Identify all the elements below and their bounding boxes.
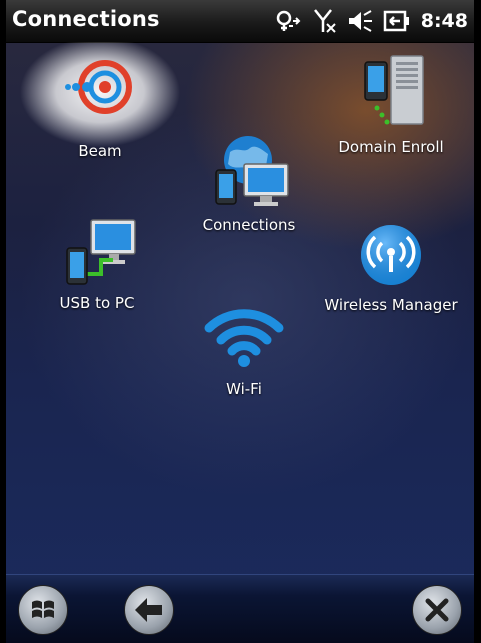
clock[interactable]: 8:48 <box>421 10 468 32</box>
no-signal-icon[interactable] <box>313 8 337 34</box>
usb-to-pc-icon <box>66 219 136 285</box>
wifi-icon <box>204 309 284 367</box>
page-title: Connections <box>12 7 160 31</box>
tile-beam[interactable]: Beam <box>50 52 150 160</box>
battery-charging-icon[interactable] <box>383 9 411 33</box>
beam-icon <box>65 60 132 114</box>
tile-wifi[interactable]: Wi-Fi <box>194 302 294 398</box>
back-button[interactable] <box>124 585 174 635</box>
tile-label-usb-to-pc: USB to PC <box>59 294 135 312</box>
status-icons: 8:48 <box>275 6 468 36</box>
tile-label-wireless-manager: Wireless Manager <box>324 296 458 314</box>
tile-label-wifi: Wi-Fi <box>226 380 262 398</box>
wireless-manager-icon <box>361 225 421 285</box>
start-icon <box>32 600 54 618</box>
tile-label-connections: Connections <box>202 216 296 234</box>
domain-enroll-icon <box>364 55 424 125</box>
tile-label-domain-enroll: Domain Enroll <box>338 138 444 156</box>
close-button[interactable] <box>412 585 462 635</box>
tile-wireless-manager[interactable]: Wireless Manager <box>316 222 466 314</box>
status-bar: Connections 8:48 <box>6 0 474 43</box>
screen: Connections 8:48 Beam Domain Enroll Conn… <box>6 0 474 643</box>
sync-icon[interactable] <box>275 9 303 33</box>
back-icon <box>135 598 162 622</box>
connections-icon <box>215 136 289 206</box>
tile-label-beam: Beam <box>78 142 122 160</box>
taskbar <box>6 574 474 643</box>
tile-usb-to-pc[interactable]: USB to PC <box>42 218 152 312</box>
tile-domain-enroll[interactable]: Domain Enroll <box>326 52 456 156</box>
start-button[interactable] <box>18 585 68 635</box>
speaker-icon[interactable] <box>347 9 373 33</box>
tile-connections[interactable]: Connections <box>194 132 304 234</box>
close-icon <box>425 598 449 622</box>
